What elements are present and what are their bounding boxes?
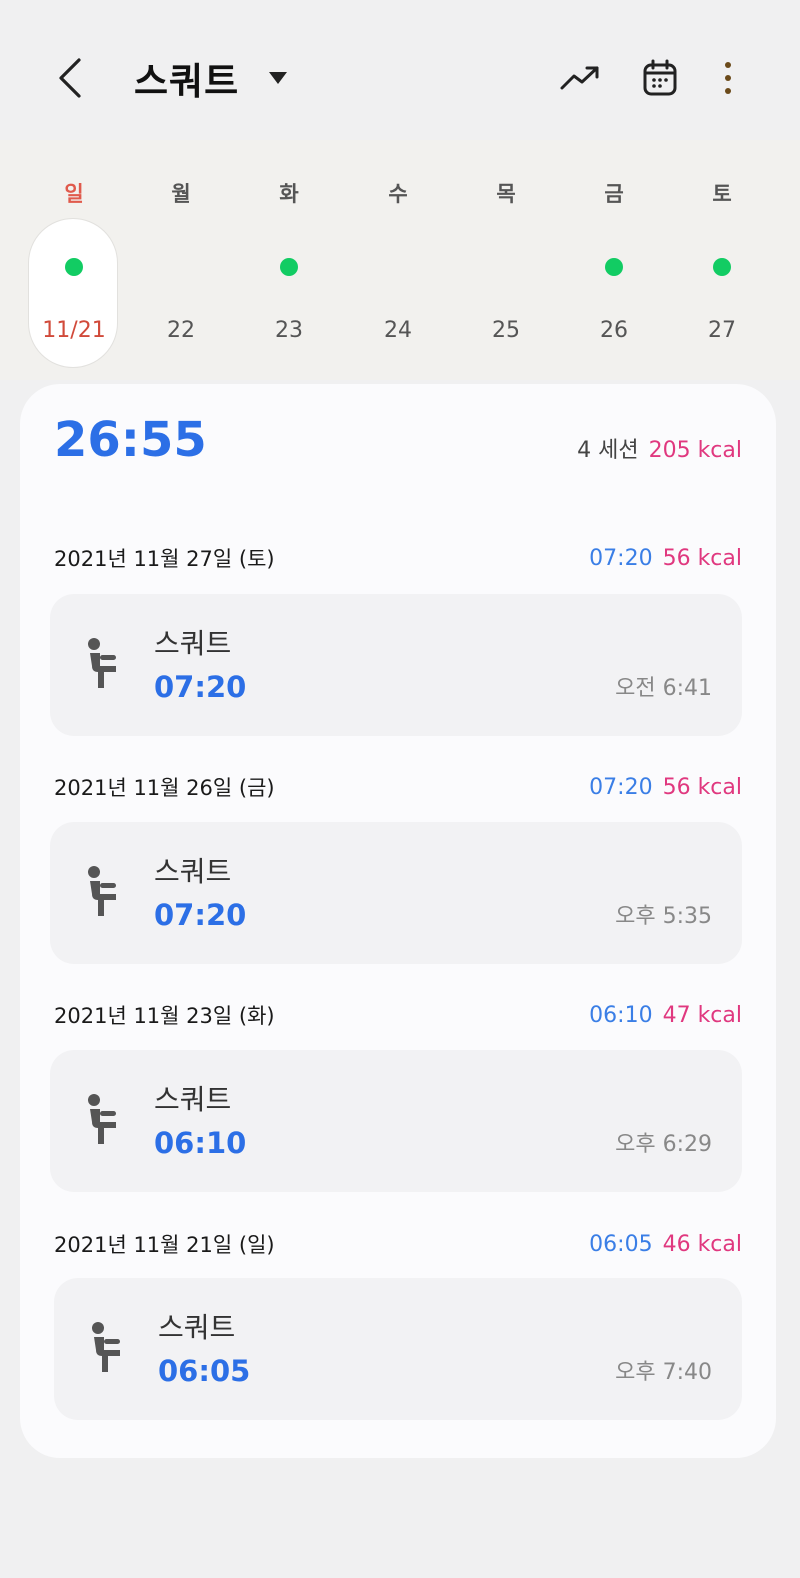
exercise-selector[interactable]: 스쿼트 <box>134 48 288 108</box>
session-clock: 오후 6:29 <box>615 1132 712 1157</box>
session-duration: 06:05 <box>158 1354 251 1388</box>
group-kcal: 47 kcal <box>662 1002 742 1028</box>
session-item[interactable]: 스쿼트 06:05 오후 7:40 <box>54 1278 742 1420</box>
group-stats: 06:05 46 kcal <box>589 1232 742 1257</box>
session-duration: 06:10 <box>154 1126 247 1160</box>
group-kcal: 56 kcal <box>662 545 742 571</box>
day-group-header: 2021년 11월 21일 (일) 06:05 46 kcal <box>54 1226 742 1262</box>
day-name: 목 <box>496 182 516 206</box>
day-tue[interactable]: 화 23 <box>235 140 343 380</box>
workout-dot <box>280 258 298 276</box>
day-number: 27 <box>708 318 736 343</box>
week-strip: 일 11/21 월 22 화 23 수 24 목 25 금 26 토 27 <box>0 140 800 380</box>
session-clock: 오전 6:41 <box>615 676 712 701</box>
day-name: 금 <box>604 182 624 206</box>
session-clock: 오후 5:35 <box>615 904 712 929</box>
session-duration: 07:20 <box>154 670 247 704</box>
workout-dot <box>605 258 623 276</box>
group-date: 2021년 11월 23일 (화) <box>54 1004 275 1028</box>
day-name: 월 <box>171 182 191 206</box>
session-name: 스쿼트 <box>154 855 232 888</box>
day-mon[interactable]: 월 22 <box>127 140 235 380</box>
day-number: 22 <box>167 318 195 343</box>
day-group-header: 2021년 11월 27일 (토) 07:20 56 kcal <box>54 540 742 576</box>
group-stats: 07:20 56 kcal <box>589 546 742 571</box>
day-group-header: 2021년 11월 23일 (화) 06:10 47 kcal <box>54 997 742 1033</box>
total-time: 26:55 <box>54 412 207 468</box>
group-stats: 06:10 47 kcal <box>589 1003 742 1028</box>
total-kcal: 205 kcal <box>648 438 742 463</box>
squat-icon <box>88 866 116 916</box>
group-time: 06:10 <box>589 1002 653 1028</box>
session-name: 스쿼트 <box>158 1311 236 1344</box>
group-time: 06:05 <box>589 1231 653 1257</box>
calendar-icon <box>643 59 677 96</box>
session-count: 4 세션 <box>577 438 639 463</box>
day-number: 23 <box>275 318 303 343</box>
group-kcal: 46 kcal <box>662 1231 742 1257</box>
day-number: 24 <box>384 318 412 343</box>
day-name: 화 <box>279 182 299 206</box>
workout-dot <box>713 258 731 276</box>
day-wed[interactable]: 수 24 <box>344 140 452 380</box>
day-group-header: 2021년 11월 26일 (금) 07:20 56 kcal <box>54 769 742 805</box>
day-sun[interactable]: 일 11/21 <box>20 140 128 380</box>
squat-icon <box>88 638 116 688</box>
squat-icon <box>92 1322 120 1372</box>
back-button[interactable] <box>48 52 92 104</box>
group-stats: 07:20 56 kcal <box>589 775 742 800</box>
history-card: 26:55 4 세션 205 kcal 2021년 11월 27일 (토) 07… <box>20 384 776 1458</box>
day-name: 일 <box>64 182 84 206</box>
dropdown-caret-icon <box>269 72 288 84</box>
group-kcal: 56 kcal <box>662 774 742 800</box>
group-date: 2021년 11월 26일 (금) <box>54 776 275 800</box>
session-name: 스쿼트 <box>154 627 232 660</box>
bottom-spacer <box>0 1486 800 1578</box>
session-name: 스쿼트 <box>154 1083 232 1116</box>
selected-day-highlight <box>28 218 118 368</box>
calendar-button[interactable] <box>636 56 684 100</box>
top-app-bar: 스쿼트 <box>0 0 800 140</box>
workout-dot <box>65 258 83 276</box>
summary-stats: 4 세션 205 kcal <box>577 432 742 464</box>
day-number: 25 <box>492 318 520 343</box>
more-options-button[interactable] <box>704 56 752 100</box>
day-fri[interactable]: 금 26 <box>560 140 668 380</box>
session-clock: 오후 7:40 <box>615 1360 712 1385</box>
back-arrow-icon <box>59 58 81 98</box>
session-item[interactable]: 스쿼트 07:20 오전 6:41 <box>50 594 742 736</box>
group-date: 2021년 11월 27일 (토) <box>54 547 275 571</box>
day-sat[interactable]: 토 27 <box>668 140 776 380</box>
more-vert-icon <box>725 62 731 94</box>
session-duration: 07:20 <box>154 898 247 932</box>
session-item[interactable]: 스쿼트 06:10 오후 6:29 <box>50 1050 742 1192</box>
group-time: 07:20 <box>589 545 653 571</box>
day-name: 수 <box>388 182 408 206</box>
group-time: 07:20 <box>589 774 653 800</box>
app-root: 스쿼트 일 11/21 월 22 화 23 수 24 목 25 금 26 토 2… <box>0 0 800 1578</box>
squat-icon <box>88 1094 116 1144</box>
trend-button[interactable] <box>556 56 604 100</box>
day-thu[interactable]: 목 25 <box>452 140 560 380</box>
trend-icon <box>560 66 599 90</box>
day-number: 26 <box>600 318 628 343</box>
group-date: 2021년 11월 21일 (일) <box>54 1233 275 1257</box>
day-name: 토 <box>712 182 732 206</box>
day-number: 11/21 <box>42 318 106 343</box>
session-item[interactable]: 스쿼트 07:20 오후 5:35 <box>50 822 742 964</box>
page-title: 스쿼트 <box>134 60 240 103</box>
